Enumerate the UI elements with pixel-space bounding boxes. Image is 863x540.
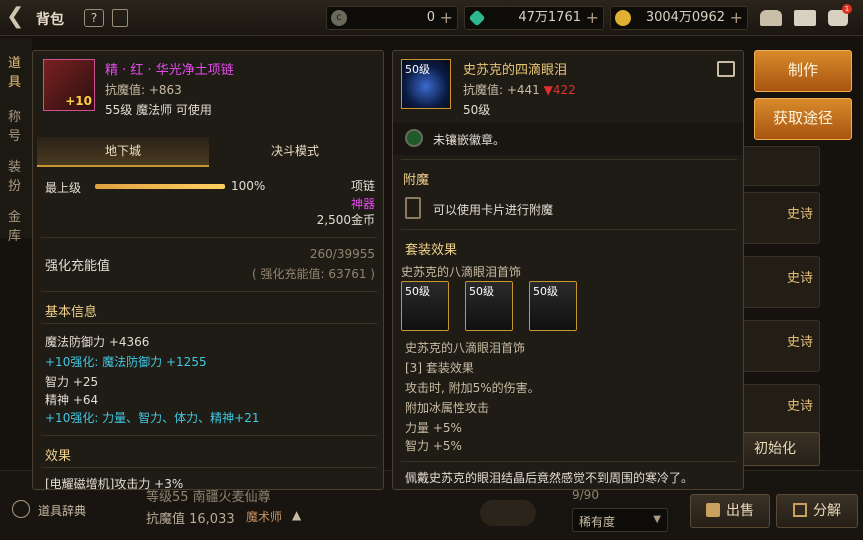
tab-vault[interactable]: 金库 [8,206,32,244]
item-resistance: 抗魔值: +863 [105,83,182,97]
obtain-method-button[interactable]: 获取途径 [754,98,852,140]
set-effect-header: 套装效果 [405,243,458,258]
resistance-decrease: ▼422 [543,83,576,97]
list-item[interactable]: 史诗 [740,192,820,244]
gold-balance: 3004万0962 + [610,6,748,30]
craft-button[interactable]: 制作 [754,50,852,92]
page-counter: 9/90 [572,488,599,502]
stat-line: 魔法防御力 +4366 [45,335,150,349]
set-item-slot[interactable]: 50级 [465,281,513,331]
item-resistance: 抗魔值: +441 ▼422 [463,83,576,97]
max-level-bar [95,184,225,189]
side-tabs: 道具 称号 装扮 金库 [0,38,32,244]
item-requirement: 55级 魔法师 可使用 [105,103,212,117]
set-line: 附加冰属性攻击 [405,401,490,415]
basic-info-header: 基本信息 [45,305,98,320]
charge-value: 260/39955 [309,247,375,261]
gold-coin-icon [615,10,631,26]
stat-line: +10强化: 力量、智力、体力、精神+21 [45,411,260,425]
shop-icon[interactable] [760,10,782,26]
emblem-socket-icon [405,129,423,147]
page-title: 背包 [36,12,64,28]
enchant-text: 可以使用卡片进行附魔 [433,203,554,217]
stat-line: 智力 +25 [45,375,99,389]
effect-line: [电耀磁增机]攻击力 +3% [45,477,184,490]
add-gold-button[interactable]: + [730,7,743,29]
effect-header: 效果 [45,449,72,464]
character-resistance: 抗魔值 16,033 [146,512,235,527]
top-bar: ❮ 背包 ? c 0 + 47万1761 + 3004万0962 + 1 [0,0,863,36]
upgrade-badge: +10 [65,94,92,108]
set-item-slot[interactable]: 50级 [529,281,577,331]
decompose-icon [793,503,807,517]
max-level-label: 最上级 [45,181,82,195]
emblem-text: 未镶嵌徽章。 [433,133,506,147]
item-name: 精 · 红 · 华光净土项链 [105,63,234,78]
calendar-icon[interactable] [112,9,128,27]
add-coupon-button[interactable]: + [440,7,453,29]
set-line: 攻击时, 附加5%的伤害。 [405,381,540,395]
dictionary-icon[interactable] [12,500,30,518]
equipped-item-tooltip: +10 精 · 红 · 华光净土项链 抗魔值: +863 55级 魔法师 可使用… [32,50,384,490]
flavor-text: 佩戴史苏克的眼泪结晶后竟然感觉不到周围的寒冷了。 [405,471,694,485]
tab-duel[interactable]: 决斗模式 [209,137,381,167]
add-gem-button[interactable]: + [586,7,599,29]
enchant-header: 附魔 [403,173,430,188]
notification-badge: 1 [842,4,852,14]
tab-dungeon[interactable]: 地下城 [37,137,209,167]
help-icon[interactable]: ? [84,9,104,27]
charge-total: ( 强化充能值: 63761 ) [251,267,375,281]
chevron-up-icon[interactable]: ▲ [292,508,301,522]
list-item[interactable]: 史诗 [740,384,820,436]
gem-balance: 47万1761 + [464,6,604,30]
sort-select[interactable]: 稀有度 ▼ [572,508,668,532]
set-line: 力量 +5% [405,421,462,435]
tab-titles[interactable]: 称号 [8,106,32,144]
chevron-down-icon: ▼ [653,514,661,525]
slot-type: 项链 [350,179,375,193]
coupon-balance: c 0 + [326,6,458,30]
enchant-card-slot [405,197,421,219]
item-icon: 50级 [401,59,451,109]
stat-line: +10强化: 魔法防御力 +1255 [45,355,207,369]
set-item-slot[interactable]: 50级 [401,281,449,331]
tab-items[interactable]: 道具 [8,52,32,90]
mail-icon[interactable] [794,10,816,26]
set-line: [3] 套装效果 [405,361,474,375]
gem-icon [468,9,486,27]
tab-costume[interactable]: 装扮 [8,156,32,194]
list-item[interactable]: 史诗 [740,146,820,186]
item-rarity: 神器 [350,197,375,211]
max-level-bar-fill [95,184,225,189]
item-price: 2,500金币 [316,213,375,227]
item-icon: +10 [43,59,95,111]
sell-icon [706,503,720,517]
compare-item-tooltip: 50级 史苏克的四滴眼泪 抗魔值: +441 ▼422 50级 未镶嵌徽章。 附… [392,50,744,490]
set-name-repeat: 史苏克的八滴眼泪首饰 [405,341,526,355]
set-name: 史苏克的八滴眼泪首饰 [401,265,522,279]
character-job: 魔术师 [246,510,283,524]
charge-label: 强化充能值 [45,259,111,274]
share-icon[interactable] [717,61,735,77]
item-name: 史苏克的四滴眼泪 [463,63,568,78]
set-line: 智力 +5% [405,439,462,453]
sell-button[interactable]: 出售 [690,494,770,528]
list-item[interactable]: 史诗 [740,320,820,372]
decompose-button[interactable]: 分解 [776,494,858,528]
max-level-percent: 100% [231,179,266,193]
back-button[interactable]: ❮ [6,6,30,30]
list-item[interactable]: 史诗 [740,256,820,308]
item-level: 50级 [463,103,491,117]
stat-line: 精神 +64 [45,393,99,407]
coupon-icon: c [331,10,347,26]
dictionary-label[interactable]: 道具辞典 [38,502,86,519]
anvil-button[interactable] [480,500,536,526]
